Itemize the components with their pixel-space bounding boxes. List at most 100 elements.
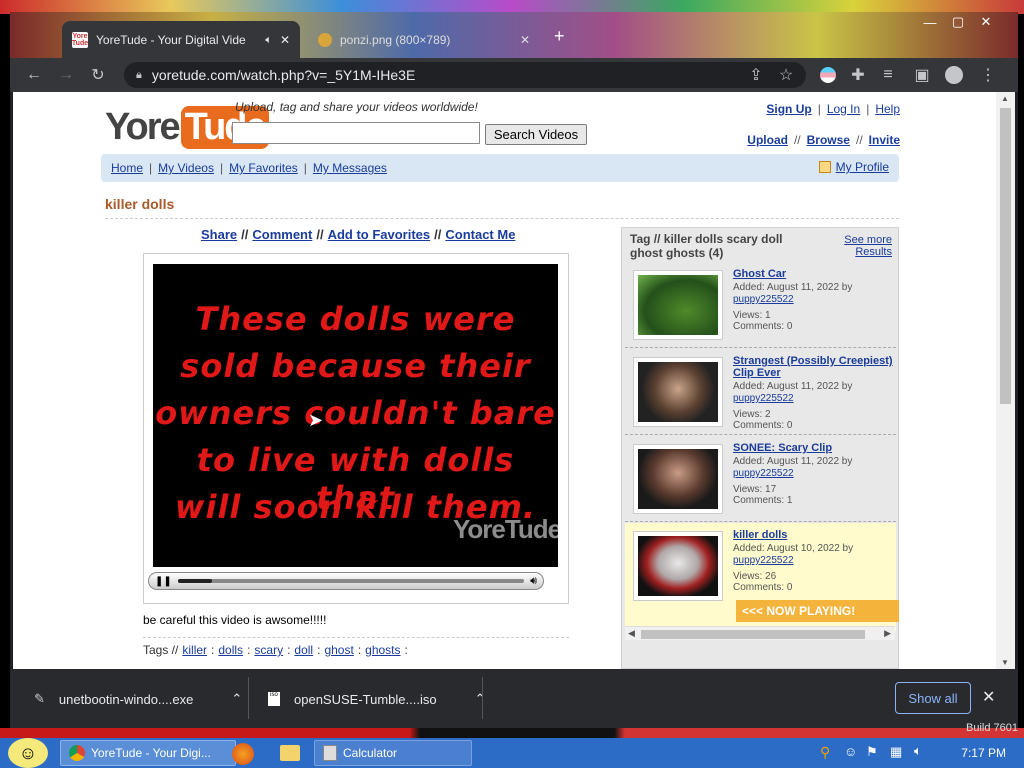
results-link[interactable]: Results bbox=[855, 246, 892, 258]
related-item[interactable]: SONEE: Scary Clip Added: August 11, 2022… bbox=[625, 436, 896, 522]
taskbar-calculator[interactable]: Calculator bbox=[314, 740, 472, 766]
seek-bar[interactable] bbox=[177, 579, 525, 583]
firefox-icon[interactable] bbox=[232, 743, 254, 765]
volume-icon[interactable]: 🔊︎ bbox=[530, 575, 537, 588]
tab-ponzi[interactable]: ponzi.png (800×789) ✕ bbox=[308, 21, 540, 59]
folder-icon[interactable] bbox=[280, 745, 300, 761]
page-scrollbar[interactable]: ▲ ▼ bbox=[996, 92, 1015, 669]
clock[interactable]: 7:17 PM bbox=[961, 746, 1006, 760]
extensions-icon[interactable]: ✚ bbox=[846, 63, 870, 87]
related-heading: Tag // killer dolls scary doll ghost gho… bbox=[630, 232, 783, 260]
related-item[interactable]: Strangest (Possibly Creepiest) Clip Ever… bbox=[625, 349, 896, 435]
flag-icon[interactable]: ⚑ bbox=[866, 744, 878, 760]
reload-icon[interactable]: ↻ bbox=[86, 63, 110, 87]
tag-link[interactable]: ghosts bbox=[365, 643, 400, 657]
nav-my-favorites[interactable]: My Favorites bbox=[229, 161, 298, 175]
search-input[interactable] bbox=[232, 122, 480, 144]
tag-link[interactable]: killer bbox=[182, 643, 207, 657]
menu-icon[interactable]: ⋮ bbox=[976, 63, 1000, 87]
related-item[interactable]: Ghost Car Added: August 11, 2022 by pupp… bbox=[625, 262, 896, 348]
sidepanel-icon[interactable]: ▣ bbox=[910, 63, 934, 87]
share-icon[interactable]: ⇪ bbox=[744, 63, 768, 87]
add-to-favorites-link[interactable]: Add to Favorites bbox=[328, 227, 431, 242]
tab-yoretude[interactable]: Yore Tude YoreTude - Your Digital Vide 🔈︎… bbox=[62, 21, 300, 59]
network-icon[interactable]: ▦ bbox=[890, 744, 902, 760]
scroll-right-icon[interactable]: ▶ bbox=[884, 628, 891, 639]
related-title[interactable]: killer dolls bbox=[733, 529, 895, 541]
star-icon[interactable]: ☆ bbox=[774, 63, 798, 87]
avatar-icon[interactable] bbox=[942, 63, 966, 87]
tag-link[interactable]: dolls bbox=[218, 643, 243, 657]
nav-my-videos[interactable]: My Videos bbox=[158, 161, 214, 175]
tag-link[interactable]: doll bbox=[294, 643, 313, 657]
related-title[interactable]: Strangest (Possibly Creepiest) Clip Ever bbox=[733, 355, 895, 379]
tagline: Upload, tag and share your videos worldw… bbox=[235, 100, 478, 114]
taskbar-label: Calculator bbox=[343, 746, 398, 760]
search-videos-button[interactable]: Search Videos bbox=[485, 124, 587, 145]
tray-face-icon[interactable]: ☺ bbox=[844, 744, 857, 759]
search-icon[interactable]: ⚲ bbox=[820, 744, 830, 761]
nav-my-messages[interactable]: My Messages bbox=[313, 161, 387, 175]
pause-icon[interactable]: ❚❚ bbox=[155, 576, 172, 587]
comment-link[interactable]: Comment bbox=[252, 227, 312, 242]
related-title[interactable]: SONEE: Scary Clip bbox=[733, 442, 895, 454]
scroll-left-icon[interactable]: ◀ bbox=[628, 628, 635, 639]
scroll-thumb[interactable] bbox=[641, 630, 865, 639]
chevron-up-icon[interactable]: ⌃ bbox=[231, 691, 242, 707]
close-window-icon[interactable]: ✕ bbox=[972, 12, 1000, 32]
scroll-down-icon[interactable]: ▼ bbox=[1001, 658, 1009, 667]
see-more-results: See more Results bbox=[844, 234, 892, 258]
my-profile-link[interactable]: My Profile bbox=[836, 160, 889, 174]
video-thumbnail[interactable] bbox=[633, 357, 723, 427]
profile-flag-icon[interactable] bbox=[816, 63, 840, 87]
maximize-icon[interactable]: ▢ bbox=[944, 12, 972, 32]
start-button[interactable]: ☺ bbox=[8, 738, 48, 768]
video-thumbnail[interactable] bbox=[633, 270, 723, 340]
chevron-up-icon[interactable]: ⌃ bbox=[475, 691, 486, 707]
related-user[interactable]: puppy225522 bbox=[733, 555, 794, 567]
help-link[interactable]: Help bbox=[875, 102, 900, 116]
scroll-up-icon[interactable]: ▲ bbox=[1001, 94, 1009, 103]
upload-link[interactable]: Upload bbox=[747, 133, 788, 147]
seek-progress bbox=[177, 579, 213, 583]
video-thumbnail[interactable] bbox=[633, 444, 723, 514]
related-title[interactable]: Ghost Car bbox=[733, 268, 895, 280]
related-user[interactable]: puppy225522 bbox=[733, 468, 794, 480]
related-user[interactable]: puppy225522 bbox=[733, 393, 794, 405]
download-item[interactable]: iso openSUSE-Tumble....iso ⌃ bbox=[268, 679, 486, 719]
contact-me-link[interactable]: Contact Me bbox=[445, 227, 515, 242]
divider bbox=[248, 677, 249, 719]
yoretude-logo[interactable]: Yore Tude bbox=[105, 104, 269, 150]
volume-tray-icon[interactable]: 🔈︎ bbox=[914, 743, 922, 759]
sign-up-link[interactable]: Sign Up bbox=[766, 102, 811, 116]
address-bar[interactable]: 🔒︎ yoretude.com/watch.php?v=_5Y1M-IHe3E bbox=[124, 62, 806, 88]
show-all-button[interactable]: Show all bbox=[895, 682, 971, 714]
tab-close-icon[interactable]: ✕ bbox=[520, 33, 530, 47]
media-icon[interactable]: ≡ bbox=[876, 63, 900, 87]
tab-title: ponzi.png (800×789) bbox=[340, 33, 451, 47]
scroll-thumb[interactable] bbox=[1000, 108, 1011, 404]
speaker-icon[interactable]: 🔈︎ bbox=[265, 34, 272, 47]
caption-line: These dolls were bbox=[195, 300, 516, 338]
minimize-icon[interactable]: — bbox=[916, 12, 944, 32]
log-in-link[interactable]: Log In bbox=[827, 102, 860, 116]
tag-link[interactable]: ghost bbox=[324, 643, 353, 657]
related-user[interactable]: puppy225522 bbox=[733, 294, 794, 306]
close-downloads-icon[interactable]: ✕ bbox=[982, 687, 995, 707]
invite-link[interactable]: Invite bbox=[869, 133, 900, 147]
forward-icon[interactable]: → bbox=[54, 63, 78, 87]
browse-link[interactable]: Browse bbox=[807, 133, 850, 147]
video-player[interactable]: These dolls were sold because their owne… bbox=[153, 264, 558, 567]
taskbar-chrome[interactable]: YoreTude - Your Digi... bbox=[60, 740, 236, 766]
see-more-link[interactable]: See more bbox=[844, 234, 892, 246]
download-item[interactable]: ✎ unetbootin-windo....exe ⌃ bbox=[34, 679, 242, 719]
panel-horizontal-scrollbar[interactable]: ◀ ▶ bbox=[625, 626, 895, 640]
back-icon[interactable]: ← bbox=[22, 63, 46, 87]
share-link[interactable]: Share bbox=[201, 227, 237, 242]
video-thumbnail[interactable] bbox=[633, 531, 723, 601]
related-item-now-playing[interactable]: killer dolls Added: August 10, 2022 by p… bbox=[625, 523, 899, 631]
tag-link[interactable]: scary bbox=[254, 643, 283, 657]
nav-home[interactable]: Home bbox=[111, 161, 143, 175]
new-tab-icon[interactable]: + bbox=[554, 26, 565, 47]
tab-close-icon[interactable]: ✕ bbox=[280, 33, 290, 47]
